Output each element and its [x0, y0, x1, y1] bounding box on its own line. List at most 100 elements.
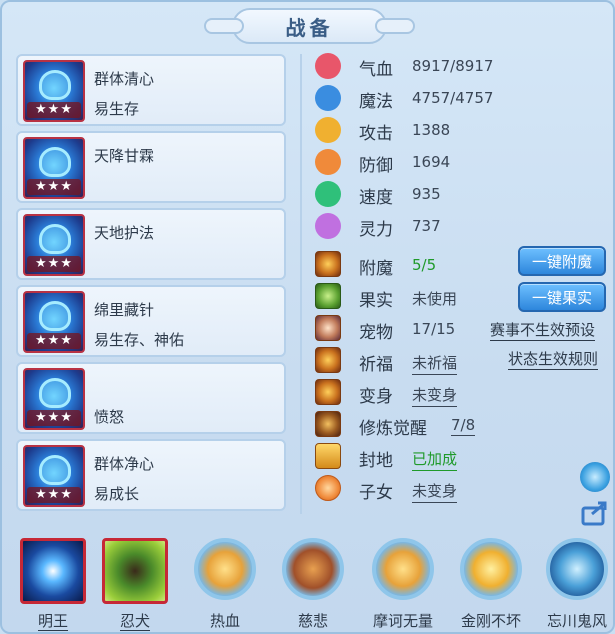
- row-fief: 封地 已加成: [315, 442, 615, 472]
- pet-slot[interactable]: 金刚不坏: [454, 532, 524, 632]
- stat-label: 攻击: [359, 124, 393, 144]
- stat-label: 灵力: [359, 220, 393, 240]
- row-value[interactable]: 已加成: [412, 448, 458, 471]
- stat-spirit: 灵力 737: [315, 212, 615, 240]
- stat-label: 气血: [359, 60, 393, 80]
- row-label: 宠物: [359, 323, 393, 343]
- stat-value: 8917/8917: [412, 57, 494, 75]
- battle-prep-panel: 战备 ★★★ 群体清心 易生存 ★★★ 天降甘霖 ★★★ 天地护法 ★★★ 绵里…: [0, 0, 615, 634]
- skill-list: ★★★ 群体清心 易生存 ★★★ 天降甘霖 ★★★ 天地护法 ★★★ 绵里藏针 …: [16, 54, 286, 516]
- mana-icon: [315, 85, 341, 111]
- pet-icon: [315, 315, 341, 341]
- skill-tag: 易成长: [94, 485, 140, 503]
- skill-name: 群体清心: [94, 70, 155, 88]
- skill-stars: ★★★: [27, 333, 81, 349]
- row-label: 子女: [359, 483, 393, 503]
- row-value: 17/15: [412, 320, 456, 338]
- transform-icon: [315, 379, 341, 405]
- pet-name: 忍犬: [119, 612, 150, 631]
- stat-value: 1694: [412, 153, 451, 171]
- row-value: 未使用: [412, 290, 458, 308]
- row-label: 变身: [359, 387, 393, 407]
- row-label: 祈福: [359, 355, 393, 375]
- row-value[interactable]: 未变身: [412, 384, 458, 407]
- skill-tag: 易生存、神佑: [94, 331, 185, 349]
- share-icon[interactable]: [580, 498, 610, 528]
- pet-portrait: [460, 538, 522, 600]
- state-rule-link[interactable]: 状态生效规则: [508, 348, 599, 370]
- skill-stars: ★★★: [27, 410, 81, 426]
- pet-slot[interactable]: 摩诃无量: [366, 532, 436, 632]
- stat-attack: 攻击 1388: [315, 116, 615, 144]
- skill-card[interactable]: ★★★ 绵里藏针 易生存、神佑: [16, 285, 286, 357]
- row-value: 5/5: [412, 256, 437, 274]
- pet-portrait: [546, 538, 608, 600]
- row-cultivation: 修炼觉醒 7/8: [315, 410, 615, 440]
- pet-name: 摩诃无量: [372, 612, 433, 630]
- skill-card[interactable]: ★★★ 群体净心 易成长: [16, 439, 286, 511]
- pet-slot[interactable]: 慈悲: [276, 532, 346, 632]
- title-wing-left: [204, 18, 244, 34]
- row-label: 修炼觉醒: [359, 419, 427, 439]
- shield-icon: [315, 149, 341, 175]
- pet-portrait: [20, 538, 86, 604]
- skill-card[interactable]: ★★★ 愤怒: [16, 362, 286, 434]
- one-click-enchant-button[interactable]: 一键附魔: [518, 246, 606, 276]
- stat-value: 737: [412, 217, 441, 235]
- row-label: 封地: [359, 451, 393, 471]
- skill-card[interactable]: ★★★ 天降甘霖: [16, 131, 286, 203]
- skill-card[interactable]: ★★★ 天地护法: [16, 208, 286, 280]
- refresh-icon[interactable]: [580, 462, 610, 492]
- pet-name: 热血: [209, 612, 240, 630]
- one-click-fruit-button[interactable]: 一键果实: [518, 282, 606, 312]
- cultivation-icon: [315, 411, 341, 437]
- stat-label: 防御: [359, 156, 393, 176]
- skill-name: 天降甘霖: [94, 147, 155, 165]
- skill-tag: 愤怒: [94, 408, 125, 426]
- pet-slot[interactable]: 明王: [16, 532, 86, 632]
- blessing-icon: [315, 347, 341, 373]
- skill-name: 绵里藏针: [94, 301, 155, 319]
- skill-name: 群体净心: [94, 455, 155, 473]
- stat-speed: 速度 935: [315, 180, 615, 208]
- fief-icon: [315, 443, 341, 469]
- stat-value: 1388: [412, 121, 451, 139]
- row-value[interactable]: 未祈福: [412, 352, 458, 375]
- stat-value: 4757/4757: [412, 89, 494, 107]
- row-children: 子女 未变身: [315, 474, 615, 504]
- pet-name: 慈悲: [297, 612, 328, 630]
- event-preset-link[interactable]: 赛事不生效预设: [490, 319, 596, 341]
- stat-label: 魔法: [359, 92, 393, 112]
- stat-defense: 防御 1694: [315, 148, 615, 176]
- row-transform: 变身 未变身: [315, 378, 615, 408]
- title-bar: 战备: [204, 8, 415, 44]
- pet-slot[interactable]: 忍犬: [98, 532, 168, 632]
- skill-icon: ★★★: [23, 445, 85, 507]
- row-value[interactable]: 7/8: [451, 416, 476, 436]
- skill-card[interactable]: ★★★ 群体清心 易生存: [16, 54, 286, 126]
- stat-mp: 魔法 4757/4757: [315, 84, 615, 112]
- row-value[interactable]: 未变身: [412, 480, 458, 503]
- skill-stars: ★★★: [27, 179, 81, 195]
- skill-stars: ★★★: [27, 256, 81, 272]
- skill-icon: ★★★: [23, 60, 85, 122]
- pet-slot[interactable]: 忘川鬼风: [540, 532, 610, 632]
- row-label: 附魔: [359, 259, 393, 279]
- speed-icon: [315, 181, 341, 207]
- column-divider: [300, 54, 302, 514]
- pet-name: 明王: [37, 612, 68, 631]
- children-icon: [315, 475, 341, 501]
- pet-slot[interactable]: 热血: [188, 532, 258, 632]
- skill-name: 天地护法: [94, 224, 155, 242]
- skill-icon: ★★★: [23, 368, 85, 430]
- sword-icon: [315, 117, 341, 143]
- skill-icon: ★★★: [23, 137, 85, 199]
- pet-portrait: [194, 538, 256, 600]
- title-wing-right: [375, 18, 415, 34]
- skill-icon: ★★★: [23, 291, 85, 353]
- heart-icon: [315, 53, 341, 79]
- row-label: 果实: [359, 291, 393, 311]
- fruit-icon: [315, 283, 341, 309]
- pet-name: 金刚不坏: [460, 612, 521, 630]
- stat-value: 935: [412, 185, 441, 203]
